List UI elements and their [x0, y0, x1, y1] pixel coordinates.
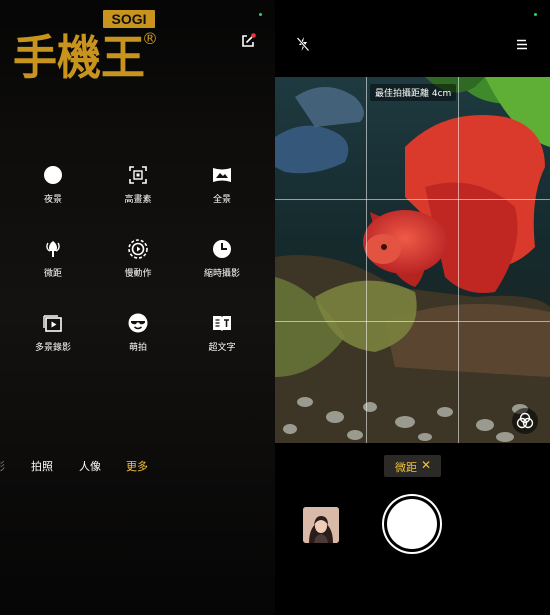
edit-icon[interactable] [240, 33, 256, 49]
tab-portrait[interactable]: 人像 [79, 458, 101, 474]
tab-more[interactable]: 更多 [126, 458, 148, 474]
sogi-watermark-logo: SOGI 手機王 ® [13, 10, 158, 86]
high-resolution-icon [129, 166, 147, 184]
macro-chip-label: 微距 [395, 461, 417, 474]
multi-scene-video-icon [43, 315, 62, 332]
mode-label: 多景錄影 [34, 343, 71, 353]
macro-mode-chip[interactable]: 微距 ✕ [384, 455, 441, 477]
macro-distance-hint: 最佳拍攝距離 4cm [370, 84, 457, 101]
status-indicator-dot [259, 13, 262, 16]
svg-text:SOGI: SOGI [111, 11, 146, 27]
grid-line-horizontal [275, 199, 550, 200]
slow-motion-icon [128, 239, 148, 259]
gallery-thumbnail-image [303, 507, 339, 543]
mode-label: 縮時攝影 [203, 269, 240, 279]
mode-label: 慢動作 [124, 269, 152, 279]
grid-line-horizontal [275, 321, 550, 322]
mode-label: 微距 [43, 269, 62, 279]
time-lapse-icon [213, 240, 231, 258]
mode-time-lapse[interactable]: 縮時攝影 [187, 238, 257, 279]
mode-night[interactable]: 夜景 [18, 164, 88, 205]
night-mode-icon [44, 166, 62, 184]
filter-button[interactable] [512, 408, 538, 434]
mode-slow-motion[interactable]: 慢動作 [103, 238, 173, 279]
mode-super-text[interactable]: 超文字 [187, 312, 257, 353]
mode-panorama[interactable]: 全景 [187, 164, 257, 205]
filter-icon [516, 412, 534, 429]
status-indicator-dot [534, 13, 537, 16]
camera-viewfinder[interactable] [275, 77, 550, 443]
more-modes-panel: SOGI 手機王 ® 夜景 高畫素 全景 微距 慢動作 縮時攝影 多景錄影 萌拍… [0, 0, 275, 615]
viewfinder-scene-image [275, 77, 550, 443]
mode-label: 高畫素 [124, 195, 152, 205]
mode-cute-shot[interactable]: 萌拍 [103, 312, 173, 353]
mode-multi-scene-video[interactable]: 多景錄影 [18, 312, 88, 353]
cute-shot-icon [128, 313, 148, 333]
tab-video[interactable]: 影 [0, 458, 5, 474]
mode-label: 超文字 [208, 343, 236, 353]
grid-line-vertical [366, 77, 367, 443]
super-text-icon [213, 316, 231, 331]
close-icon[interactable]: ✕ [421, 458, 431, 472]
mode-label: 全景 [212, 195, 231, 205]
panorama-icon [213, 168, 231, 182]
mode-high-resolution[interactable]: 高畫素 [103, 164, 173, 205]
flash-off-icon[interactable] [296, 36, 310, 52]
macro-icon [46, 241, 60, 257]
tab-photo[interactable]: 拍照 [31, 458, 53, 474]
menu-icon[interactable] [516, 39, 528, 50]
grid-line-vertical [458, 77, 459, 443]
mode-macro[interactable]: 微距 [18, 238, 88, 279]
svg-text:®: ® [142, 29, 158, 48]
svg-text:手機王: 手機王 [13, 31, 145, 86]
mode-tabs: 影 拍照 人像 更多 [0, 458, 275, 478]
shutter-button[interactable] [387, 499, 437, 549]
mode-label: 夜景 [43, 195, 62, 205]
gallery-thumbnail[interactable] [303, 507, 339, 543]
mode-label: 萌拍 [128, 343, 147, 353]
